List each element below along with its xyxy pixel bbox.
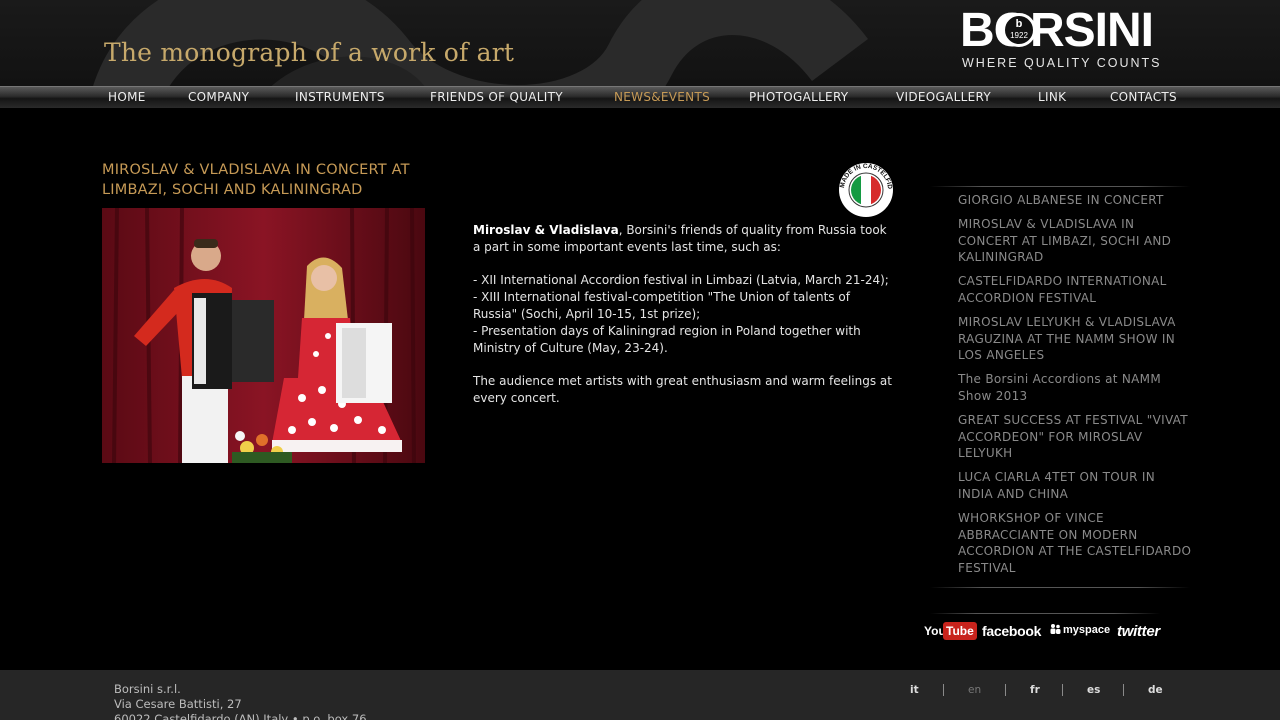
article-closing: The audience met artists with great enth… xyxy=(473,374,892,405)
lang-fr[interactable]: fr xyxy=(1030,684,1040,696)
article-events: - XII International Accordion festival i… xyxy=(473,273,889,355)
article-title: MIROSLAV & VLADISLAVA IN CONCERT AT LIMB… xyxy=(102,162,410,198)
nav-company[interactable]: COMPANY xyxy=(188,90,249,104)
myspace-icon[interactable]: myspace xyxy=(1050,624,1110,636)
nav-friends-of-quality[interactable]: FRIENDS OF QUALITY xyxy=(430,90,563,104)
nav-instruments[interactable]: INSTRUMENTS xyxy=(295,90,385,104)
lang-separator xyxy=(1005,684,1006,696)
site-header: The monograph of a work of art BORSINI b… xyxy=(0,0,1280,86)
main-navigation: HOME COMPANY INSTRUMENTS FRIENDS OF QUAL… xyxy=(0,86,1280,108)
youtube-icon[interactable]: You Tube xyxy=(924,622,977,640)
logo-wordmark: BORSINI xyxy=(960,4,1154,57)
nav-link[interactable]: LINK xyxy=(1038,90,1066,104)
myspace-text: myspace xyxy=(1063,624,1111,636)
article-photo xyxy=(102,208,425,463)
news-item[interactable]: LUCA CIARLA 4TET ON TOUR IN INDIA AND CH… xyxy=(958,469,1193,503)
lang-es[interactable]: es xyxy=(1087,684,1100,696)
lang-it[interactable]: it xyxy=(910,684,919,696)
twitter-icon[interactable]: twitter xyxy=(1117,623,1160,640)
nav-videogallery[interactable]: VIDEOGALLERY xyxy=(896,90,991,104)
made-in-castelfidardo-badge: MADE IN CASTELFIDARDO xyxy=(838,162,893,217)
facebook-icon[interactable]: facebook xyxy=(982,623,1041,639)
nav-photogallery[interactable]: PHOTOGALLERY xyxy=(749,90,848,104)
news-item[interactable]: MIROSLAV LELYUKH & VLADISLAVA RAGUZINA A… xyxy=(958,314,1193,364)
article-lead-name: Miroslav & Vladislava xyxy=(473,223,619,237)
lang-separator xyxy=(1123,684,1124,696)
news-item[interactable]: The Borsini Accordions at NAMM Show 2013 xyxy=(958,371,1193,405)
site-footer: Borsini s.r.l. Via Cesare Battisti, 27 6… xyxy=(0,670,1280,720)
lang-separator xyxy=(1062,684,1063,696)
nav-news-events[interactable]: NEWS&EVENTS xyxy=(614,90,710,104)
news-sidebar: GIORGIO ALBANESE IN CONCERT MIROSLAV & V… xyxy=(930,186,1193,588)
article-lead: Miroslav & Vladislava, Borsini's friends… xyxy=(473,222,893,256)
site-tagline: The monograph of a work of art xyxy=(104,38,515,67)
lang-separator xyxy=(943,684,944,696)
logo-subline: WHERE QUALITY COUNTS xyxy=(962,56,1162,70)
youtube-tube-text: Tube xyxy=(943,622,977,640)
logo-seal-year: 1922 xyxy=(1010,31,1028,40)
news-item[interactable]: MIROSLAV & VLADISLAVA IN CONCERT AT LIMB… xyxy=(958,216,1193,266)
news-list: GIORGIO ALBANESE IN CONCERT MIROSLAV & V… xyxy=(930,187,1193,587)
news-item[interactable]: WHORKSHOP OF VINCE ABBRACCIANTE ON MODER… xyxy=(958,510,1193,577)
company-name: Borsini s.r.l. xyxy=(114,682,181,696)
logo-seal-icon: b 1922 xyxy=(1002,13,1036,47)
logo-seal-letter: b xyxy=(1015,18,1023,30)
news-item[interactable]: GIORGIO ALBANESE IN CONCERT xyxy=(958,192,1193,209)
borsini-logo[interactable]: BORSINI b 1922 WHERE QUALITY COUNTS xyxy=(960,6,1170,72)
myspace-people-icon xyxy=(1050,624,1061,634)
article-body: Miroslav & Vladislava, Borsini's friends… xyxy=(473,222,893,424)
lang-en[interactable]: en xyxy=(968,684,981,696)
company-address: Borsini s.r.l. Via Cesare Battisti, 27 6… xyxy=(114,682,367,720)
address-line-2: 60022 Castelfidardo (AN) Italy • p.o. bo… xyxy=(114,712,367,720)
news-item[interactable]: CASTELFIDARDO INTERNATIONAL ACCORDION FE… xyxy=(958,273,1193,307)
nav-contacts[interactable]: CONTACTS xyxy=(1110,90,1177,104)
address-line-1: Via Cesare Battisti, 27 xyxy=(114,697,242,711)
lang-de[interactable]: de xyxy=(1148,684,1163,696)
nav-home[interactable]: HOME xyxy=(108,90,146,104)
news-item[interactable]: GREAT SUCCESS AT FESTIVAL "VIVAT ACCORDE… xyxy=(958,412,1193,462)
social-divider xyxy=(930,613,1160,614)
sidebar-divider-bottom xyxy=(930,586,1190,588)
